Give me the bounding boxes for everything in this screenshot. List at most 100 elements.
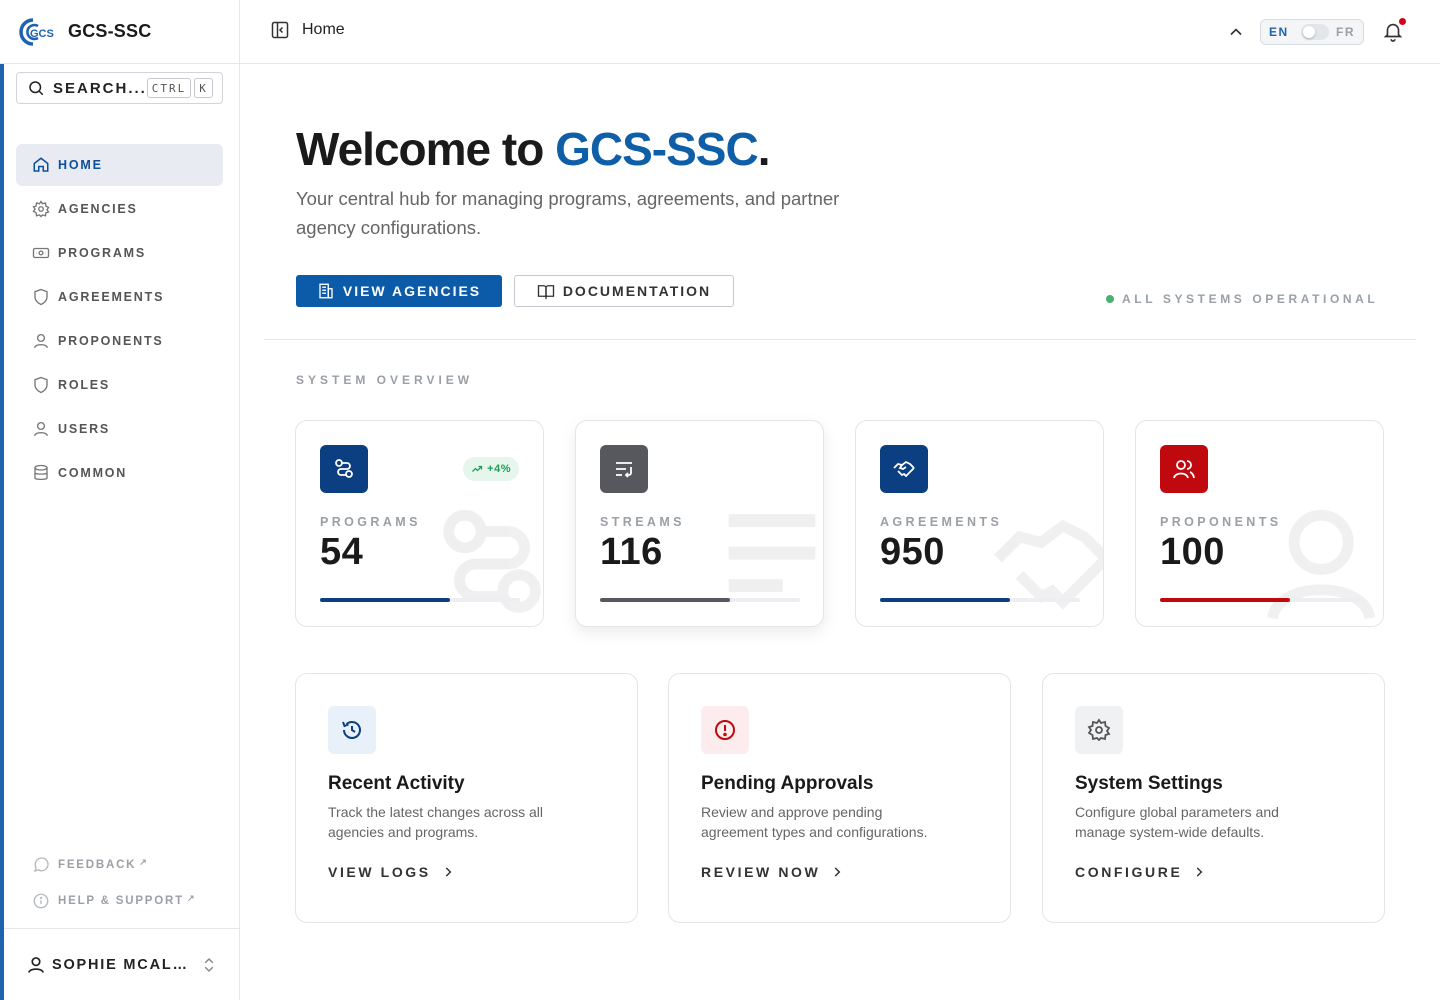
stat-value: 54 [320, 531, 364, 573]
section-label: SYSTEM OVERVIEW [296, 373, 474, 387]
stat-progress-track [880, 598, 1080, 602]
users-watermark-icon [1267, 509, 1376, 620]
card-system-settings[interactable]: System Settings Configure global paramet… [1042, 673, 1385, 923]
sidebar-item-label: COMMON [58, 466, 128, 480]
status-text: ALL SYSTEMS OPERATIONAL [1122, 292, 1379, 306]
stat-card-agreements[interactable]: AGREEMENTS 950 [855, 420, 1104, 627]
stat-label: AGREEMENTS [880, 515, 1003, 529]
stat-value: 950 [880, 531, 945, 573]
home-icon [33, 157, 49, 172]
sidebar-item-proponents[interactable]: PROPONENTS [16, 320, 223, 362]
notification-dot [1399, 18, 1406, 25]
view-agencies-button[interactable]: VIEW AGENCIES [296, 275, 502, 307]
shield-icon [34, 288, 48, 306]
divider [264, 339, 1416, 340]
help-support-link[interactable]: HELP & SUPPORT ↗ [32, 892, 196, 910]
card-recent-activity[interactable]: Recent Activity Track the latest changes… [295, 673, 638, 923]
topbar: Home EN FR [240, 0, 1440, 64]
search-label: SEARCH... [53, 79, 147, 97]
stat-progress-fill [600, 598, 730, 602]
feedback-link[interactable]: FEEDBACK ↗ [32, 856, 149, 874]
svg-text:GCS: GCS [30, 28, 54, 40]
stat-card-programs[interactable]: +4% PROGRAMS 54 [295, 420, 544, 627]
sidebar-item-programs[interactable]: PROGRAMS [16, 232, 223, 274]
review-now-link[interactable]: REVIEW NOW [701, 864, 844, 880]
gear-icon [32, 200, 50, 218]
configure-link[interactable]: CONFIGURE [1075, 864, 1206, 880]
lang-en: EN [1269, 25, 1289, 39]
search-icon [29, 81, 44, 96]
card-pending-approvals[interactable]: Pending Approvals Review and approve pen… [668, 673, 1011, 923]
language-switch[interactable] [1300, 24, 1329, 40]
sidebar-item-label: ROLES [58, 378, 111, 392]
external-link-icon: ↗ [186, 892, 197, 903]
user-menu[interactable]: SOPHIE MCALLISTER [0, 928, 240, 1000]
stat-progress-fill [320, 598, 450, 602]
card-title: Pending Approvals [701, 773, 874, 794]
user-icon [33, 421, 49, 437]
language-toggle[interactable]: EN FR [1260, 19, 1364, 45]
hero-brand: GCS-SSC [555, 123, 759, 175]
program-watermark-icon [443, 509, 541, 613]
stat-label: PROPONENTS [1160, 515, 1282, 529]
handshake-icon [880, 445, 928, 493]
chevron-right-icon [835, 867, 841, 877]
search-box[interactable]: SEARCH... CTRL K [16, 72, 223, 104]
sidebar-item-roles[interactable]: ROLES [16, 364, 223, 406]
shield-icon [34, 376, 48, 394]
alert-circle-icon [701, 706, 749, 754]
card-description: Track the latest changes across all agen… [328, 804, 544, 840]
stat-value: 116 [600, 531, 663, 573]
building-icon [319, 283, 333, 299]
sidebar-item-label: AGREEMENTS [58, 290, 165, 304]
lang-fr: FR [1336, 25, 1355, 39]
streams-icon [600, 445, 648, 493]
card-description: Configure global parameters and manage s… [1075, 804, 1279, 840]
chevron-up-icon[interactable] [1226, 22, 1246, 42]
sidebar-item-label: PROPONENTS [58, 334, 164, 348]
stat-value: 100 [1160, 531, 1225, 573]
history-icon [328, 706, 376, 754]
sidebar-item-common[interactable]: COMMON [16, 452, 223, 494]
brand[interactable]: GCS GCS-SSC [0, 0, 240, 64]
kbd-ctrl: CTRL [147, 78, 191, 98]
users-icon [1160, 445, 1208, 493]
streams-watermark-icon [728, 514, 816, 593]
card-title: Recent Activity [328, 773, 465, 794]
handshake-watermark-icon [994, 519, 1103, 610]
banknote-icon [32, 247, 50, 259]
sidebar-item-home[interactable]: HOME [16, 144, 223, 186]
notifications-button[interactable] [1382, 18, 1406, 47]
user-icon [33, 333, 49, 349]
hero-title: Welcome to GCS-SSC. [296, 123, 770, 175]
feedback-label: FEEDBACK [58, 859, 137, 871]
app-name: GCS-SSC [68, 21, 152, 41]
chevron-right-icon [445, 867, 452, 877]
sidebar-item-label: HOME [58, 158, 103, 172]
view-logs-link[interactable]: VIEW LOGS [328, 864, 455, 880]
sidebar-item-agencies[interactable]: AGENCIES [16, 188, 223, 230]
system-status: ALL SYSTEMS OPERATIONAL [1106, 292, 1378, 306]
stat-card-streams[interactable]: STREAMS 116 [575, 420, 824, 627]
sidebar-item-users[interactable]: USERS [16, 408, 223, 450]
page-title: Home [302, 21, 345, 38]
settings-icon [1075, 706, 1123, 754]
gcs-logo-icon: GCS [19, 17, 54, 46]
panel-toggle-icon[interactable] [270, 20, 290, 40]
card-description: Review and approve pending agreement typ… [701, 804, 928, 840]
kbd-k: K [194, 78, 213, 98]
trending-up-icon [472, 465, 483, 472]
sidebar-item-agreements[interactable]: AGREEMENTS [16, 276, 223, 318]
stat-label: PROGRAMS [320, 515, 421, 529]
app-shell: GCS GCS-SSC SEARCH... CTRL K HOME AGENCI… [0, 0, 1440, 1000]
trend-badge: +4% [463, 457, 519, 481]
stat-card-proponents[interactable]: PROPONENTS 100 [1135, 420, 1384, 627]
book-open-icon [537, 285, 554, 300]
breadcrumb: Home [270, 20, 345, 40]
stat-progress-track [1160, 598, 1360, 602]
sidebar-item-label: AGENCIES [58, 202, 138, 216]
message-circle-icon [33, 857, 49, 873]
user-icon [28, 956, 44, 973]
database-icon [34, 464, 48, 481]
documentation-button[interactable]: DOCUMENTATION [514, 275, 734, 307]
